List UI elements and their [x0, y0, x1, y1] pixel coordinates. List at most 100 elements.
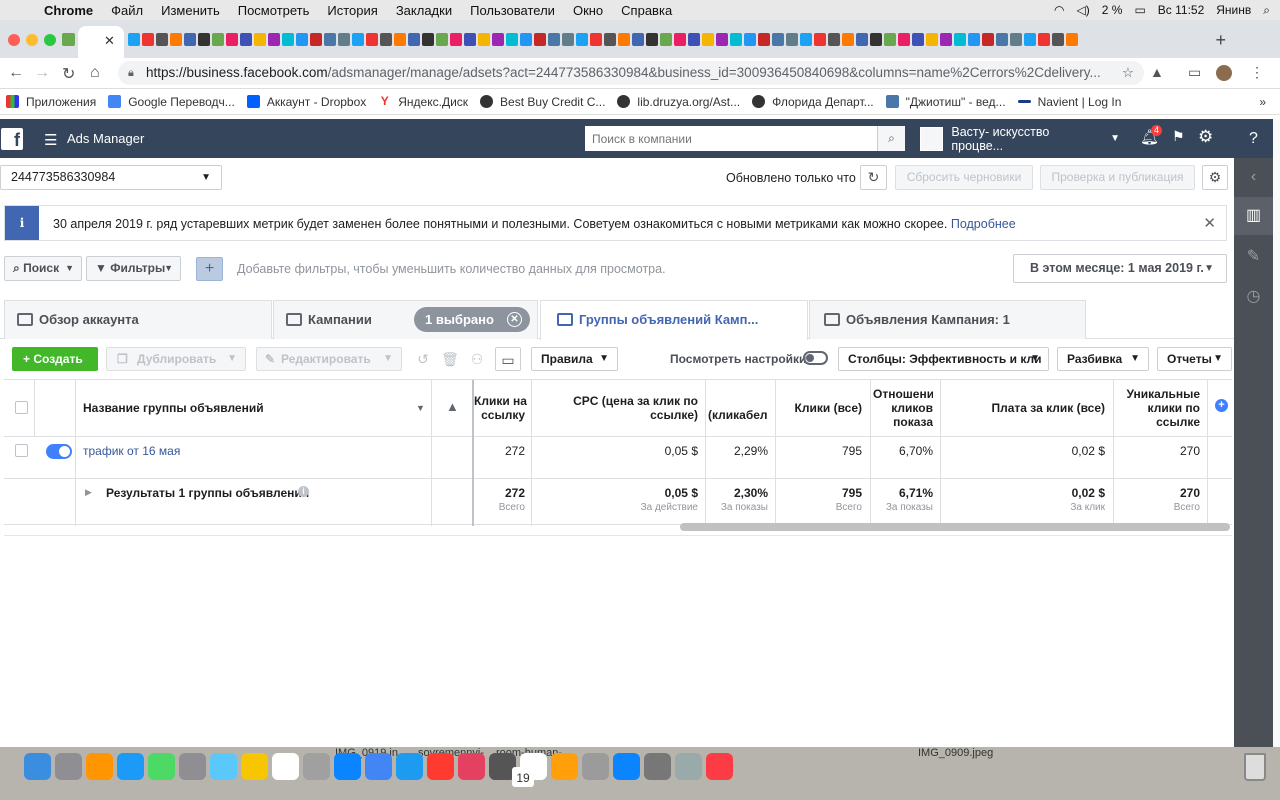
menu-edit[interactable]: Изменить: [161, 3, 220, 18]
bookmark-star-icon[interactable]: ☆: [1122, 61, 1134, 85]
dock-app-icon[interactable]: [241, 753, 268, 780]
tab-favicon[interactable]: [478, 33, 490, 46]
selected-pill[interactable]: 1 выбрано ✕: [414, 307, 530, 332]
tab-favicon[interactable]: [380, 33, 392, 46]
tab-favicon[interactable]: [926, 33, 938, 46]
add-filter-button[interactable]: +: [196, 257, 223, 281]
tab-favicon[interactable]: [492, 33, 504, 46]
tab-favicon[interactable]: [548, 33, 560, 46]
dock-app-icon[interactable]: [148, 753, 175, 780]
bookmark-navient[interactable]: Navient | Log In: [1017, 95, 1121, 109]
filter-placeholder[interactable]: Добавьте фильтры, чтобы уменьшить количе…: [237, 262, 666, 276]
tab-favicon[interactable]: [744, 33, 756, 46]
tab-favicon[interactable]: [506, 33, 518, 46]
dock-app-icon[interactable]: [427, 753, 454, 780]
dock-app-icon[interactable]: [303, 753, 330, 780]
tab-favicon[interactable]: [394, 33, 406, 46]
dock-app-icon[interactable]: [396, 753, 423, 780]
tab-favicon[interactable]: [954, 33, 966, 46]
pinned-tab-favicons[interactable]: [62, 33, 75, 46]
tab-favicon[interactable]: [730, 33, 742, 46]
url-field[interactable]: 🔒︎ https://business.facebook.com/adsmana…: [118, 61, 1144, 85]
battery-icon[interactable]: ▭: [1134, 3, 1145, 17]
gear-icon[interactable]: ⚙: [1198, 127, 1213, 147]
menu-view[interactable]: Посмотреть: [238, 3, 310, 18]
search-icon[interactable]: ⌕: [877, 126, 905, 151]
tab-favicon[interactable]: [184, 33, 196, 46]
dock-app-icon[interactable]: [458, 753, 485, 780]
tab-favicon[interactable]: [562, 33, 574, 46]
tab-favicon[interactable]: [800, 33, 812, 46]
tab-favicon[interactable]: [1010, 33, 1022, 46]
tab-favicon[interactable]: [842, 33, 854, 46]
window-minimize-icon[interactable]: [26, 34, 38, 46]
dock-app-icon[interactable]: [210, 753, 237, 780]
bookmark-dropbox[interactable]: Аккаунт - Dropbox: [246, 95, 366, 109]
tab-favicon[interactable]: [212, 33, 224, 46]
account-switcher[interactable]: Васту- искусство процве... ▼: [920, 125, 1120, 153]
col-header-click-ratio[interactable]: Отношени кликов показа: [873, 387, 933, 429]
columns-dropdown[interactable]: Столбцы: Эффективность и кли ▼: [838, 347, 1049, 371]
flag-icon[interactable]: ⚑: [1172, 128, 1185, 145]
menu-app-name[interactable]: Chrome: [44, 3, 93, 18]
ad-set-status-toggle[interactable]: [46, 444, 72, 459]
dock-app-icon[interactable]: [706, 753, 733, 780]
view-settings-toggle[interactable]: [803, 351, 828, 365]
tab-favicon[interactable]: [282, 33, 294, 46]
wifi-icon[interactable]: ◠: [1054, 3, 1064, 17]
tab-favicon[interactable]: [436, 33, 448, 46]
tab-favicon[interactable]: [1024, 33, 1036, 46]
bookmark-google-translate[interactable]: Google Переводч...: [108, 95, 235, 109]
tab-favicon[interactable]: [450, 33, 462, 46]
tab-favicon[interactable]: [310, 33, 322, 46]
tab-favicon[interactable]: [856, 33, 868, 46]
tab-favicon[interactable]: [170, 33, 182, 46]
tab-favicon[interactable]: [660, 33, 672, 46]
tab-favicon[interactable]: [198, 33, 210, 46]
tab-favicon[interactable]: [520, 33, 532, 46]
back-icon[interactable]: ←: [8, 64, 24, 82]
ad-account-selector[interactable]: 244773586330984 ▼: [0, 165, 222, 190]
sort-icon[interactable]: ▼: [416, 403, 425, 413]
row-checkbox[interactable]: [15, 444, 28, 457]
reports-dropdown[interactable]: Отчеты ▼: [1157, 347, 1232, 371]
tab-favicon[interactable]: [884, 33, 896, 46]
horizontal-scrollbar[interactable]: [680, 523, 1230, 531]
filters-dropdown[interactable]: ▼ Фильтры ▼: [86, 256, 181, 281]
tab-favicon[interactable]: [324, 33, 336, 46]
settings-button[interactable]: ⚙: [1202, 165, 1228, 190]
menu-window[interactable]: Окно: [573, 3, 603, 18]
dock-app-icon[interactable]: [582, 753, 609, 780]
window-close-icon[interactable]: [8, 34, 20, 46]
tab-favicon[interactable]: [940, 33, 952, 46]
preview-icon[interactable]: ▭: [495, 347, 521, 371]
tab-ad-sets[interactable]: Группы объявлений Камп...: [540, 300, 808, 340]
tab-favicon[interactable]: [464, 33, 476, 46]
bookmark-jyotish[interactable]: "Джиотиш" - вед...: [885, 95, 1006, 109]
date-range-selector[interactable]: В этом месяце: 1 мая 2019 г. ▼: [1013, 254, 1227, 283]
tab-favicon[interactable]: [982, 33, 994, 46]
dock-app-icon[interactable]: [179, 753, 206, 780]
pencil-icon[interactable]: ✎: [1234, 241, 1273, 273]
col-header-link-clicks[interactable]: Клики на ссылку: [474, 394, 527, 422]
breakdown-dropdown[interactable]: Разбивка ▼: [1057, 347, 1149, 371]
tab-favicon[interactable]: [968, 33, 980, 46]
trash-icon[interactable]: [1244, 753, 1266, 781]
tab-favicon[interactable]: [758, 33, 770, 46]
tab-favicon[interactable]: [912, 33, 924, 46]
dock-app-icon[interactable]: [551, 753, 578, 780]
col-header-clicks-all[interactable]: Клики (все): [778, 401, 862, 415]
profile-avatar[interactable]: [1216, 65, 1232, 81]
spotlight-icon[interactable]: ⌕: [1263, 3, 1270, 18]
banner-learn-more-link[interactable]: Подробнее: [951, 217, 1016, 231]
tab-favicon[interactable]: [352, 33, 364, 46]
tab-favicon[interactable]: [268, 33, 280, 46]
tab-favicon[interactable]: [898, 33, 910, 46]
tab-favicon[interactable]: [828, 33, 840, 46]
tab-favicon[interactable]: [716, 33, 728, 46]
tab-favicon[interactable]: [142, 33, 154, 46]
window-zoom-icon[interactable]: [44, 34, 56, 46]
review-publish-button[interactable]: Проверка и публикация: [1040, 165, 1195, 190]
search-dropdown[interactable]: ⌕ Поиск ▼: [4, 256, 82, 281]
ad-set-name-link[interactable]: трафик от 16 мая: [83, 444, 180, 458]
